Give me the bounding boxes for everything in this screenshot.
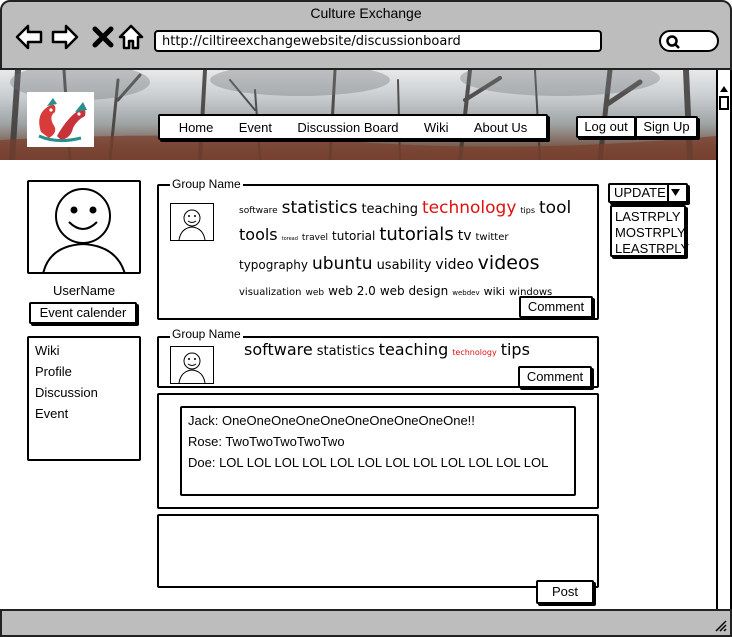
side-menu-wiki[interactable]: Wiki bbox=[35, 340, 133, 361]
tag-teaching[interactable]: teaching bbox=[361, 198, 418, 222]
group-legend-1: Group Name bbox=[170, 177, 243, 191]
tag-technology[interactable]: technology bbox=[452, 342, 496, 364]
tag-software[interactable]: software bbox=[239, 199, 278, 223]
message-jack: Jack: OneOneOneOneOneOneOneOneOneOne!! bbox=[188, 413, 475, 428]
scroll-up-icon[interactable] bbox=[719, 84, 729, 94]
message-doe: Doe: LOL LOL LOL LOL LOL LOL LOL LOL LOL… bbox=[188, 455, 549, 470]
signup-button[interactable]: Sign Up bbox=[635, 116, 698, 138]
message-rose: Rose: TwoTwoTwoTwoTwo bbox=[188, 434, 345, 449]
sort-options-list: LASTRPLY MOSTRPLY LEASTRPLY bbox=[610, 205, 689, 257]
back-icon[interactable] bbox=[14, 22, 44, 52]
tag-toread[interactable]: toread bbox=[282, 227, 298, 251]
user-avatar-icon bbox=[178, 352, 206, 384]
sort-option-lastrply[interactable]: LASTRPLY bbox=[615, 209, 681, 225]
tag-video[interactable]: video bbox=[435, 253, 473, 277]
status-bar bbox=[0, 609, 732, 637]
user-avatar-icon bbox=[178, 209, 206, 241]
reply-textarea[interactable] bbox=[157, 514, 599, 588]
resize-grip-icon[interactable] bbox=[714, 619, 728, 633]
side-menu: Wiki Profile Discussion Event bbox=[27, 336, 141, 461]
nav-home[interactable]: Home bbox=[179, 120, 214, 135]
tag-web-2-0[interactable]: web 2.0 bbox=[328, 279, 376, 303]
nav-about-us[interactable]: About Us bbox=[474, 120, 527, 135]
url-input[interactable]: http://ciltireexchangewebsite/discussion… bbox=[154, 30, 602, 52]
side-menu-profile[interactable]: Profile bbox=[35, 361, 133, 382]
tag-software[interactable]: software bbox=[244, 339, 313, 361]
chevron-down-icon bbox=[671, 189, 680, 196]
tag-tv[interactable]: tv bbox=[458, 224, 472, 248]
home-icon[interactable] bbox=[116, 22, 146, 52]
nav-event[interactable]: Event bbox=[239, 120, 272, 135]
tag-tutorials[interactable]: tutorials bbox=[379, 223, 453, 247]
tag-tools[interactable]: tools bbox=[239, 223, 278, 247]
main-nav: Home Event Discussion Board Wiki About U… bbox=[158, 114, 548, 140]
tag-cloud-2: software statistics teaching technology tips bbox=[244, 339, 584, 364]
tag-web[interactable]: web bbox=[305, 281, 324, 305]
discussion-thread: Jack: OneOneOneOneOneOneOneOneOneOne!! R… bbox=[180, 406, 576, 496]
tag-tool[interactable]: tool bbox=[539, 196, 571, 220]
username-label: UserName bbox=[52, 283, 116, 298]
window-title: Culture Exchange bbox=[310, 5, 422, 21]
sort-option-mostrply[interactable]: MOSTRPLY bbox=[615, 225, 686, 241]
tag-tips[interactable]: tips bbox=[501, 339, 530, 361]
search-icon bbox=[666, 35, 680, 49]
tag-technology[interactable]: technology bbox=[422, 196, 516, 220]
tag-typography[interactable]: typography bbox=[239, 253, 308, 277]
tag-tips[interactable]: tips bbox=[520, 199, 535, 223]
tag-wiki[interactable]: wiki bbox=[484, 280, 505, 304]
tag-visualization[interactable]: visualization bbox=[239, 281, 301, 305]
side-menu-discussion[interactable]: Discussion bbox=[35, 382, 133, 403]
nav-discussion-board[interactable]: Discussion Board bbox=[297, 120, 398, 135]
dragon-logo-icon bbox=[38, 98, 87, 143]
tag-web-design[interactable]: web design bbox=[380, 279, 448, 303]
tag-cloud-1: software statistics teaching technology tips… bbox=[239, 196, 579, 305]
tag-statistics[interactable]: statistics bbox=[282, 196, 358, 220]
group-avatar-2 bbox=[170, 346, 214, 384]
event-calendar-button[interactable]: Event calender bbox=[29, 302, 137, 324]
sort-option-leastrply[interactable]: LEASTRPLY bbox=[615, 241, 689, 257]
profile-avatar bbox=[27, 180, 141, 275]
nav-wiki[interactable]: Wiki bbox=[424, 120, 449, 135]
comment-button-1[interactable]: Comment bbox=[519, 296, 593, 318]
browser-search[interactable] bbox=[659, 30, 719, 52]
group-legend-2: Group Name bbox=[170, 327, 243, 341]
group-avatar-1 bbox=[170, 203, 214, 241]
scroll-thumb[interactable] bbox=[719, 96, 729, 110]
tag-ubuntu[interactable]: ubuntu bbox=[312, 252, 373, 276]
tag-statistics[interactable]: statistics bbox=[317, 341, 375, 363]
tag-teaching[interactable]: teaching bbox=[379, 339, 449, 361]
tag-tutorial[interactable]: tutorial bbox=[332, 224, 375, 248]
comment-button-2[interactable]: Comment bbox=[518, 366, 592, 388]
dropdown-toggle[interactable] bbox=[667, 185, 684, 201]
post-button[interactable]: Post bbox=[536, 580, 594, 604]
tag-travel[interactable]: travel bbox=[302, 226, 328, 250]
vertical-scrollbar[interactable] bbox=[716, 70, 732, 620]
forward-icon[interactable] bbox=[50, 22, 80, 52]
site-logo bbox=[27, 92, 94, 147]
tag-webdev[interactable]: webdev bbox=[452, 281, 479, 305]
stop-icon[interactable] bbox=[88, 22, 118, 52]
user-avatar-icon bbox=[42, 188, 126, 275]
tag-videos[interactable]: videos bbox=[478, 251, 540, 275]
tag-usability[interactable]: usability bbox=[377, 254, 432, 278]
logout-button[interactable]: Log out bbox=[576, 116, 636, 138]
side-menu-event[interactable]: Event bbox=[35, 403, 133, 424]
tag-twitter[interactable]: twitter bbox=[475, 226, 508, 250]
